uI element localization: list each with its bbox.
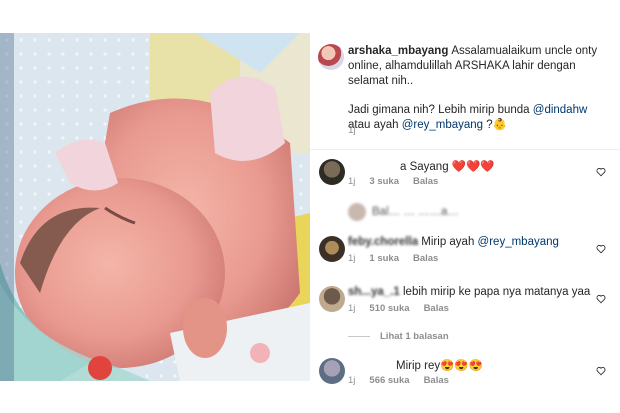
comment-meta: 1j 566 suka Balas — [348, 375, 449, 386]
mention-father[interactable]: @rey_mbayang — [478, 236, 559, 248]
likes-count[interactable]: 1 suka — [369, 253, 399, 264]
comment-item: Bal… … ……a… — [310, 203, 620, 227]
reply-button[interactable]: Balas — [424, 303, 449, 314]
post-caption: arshaka_mbayang Assalamualaikum uncle ont… — [348, 44, 610, 133]
commenter-username[interactable]: feby.chorella — [348, 236, 418, 248]
likes-count[interactable]: 510 suka — [369, 303, 409, 314]
author-avatar[interactable] — [318, 44, 344, 70]
commenter-avatar[interactable] — [319, 159, 345, 185]
reply-button[interactable]: Balas — [413, 176, 438, 187]
comment-item: sh...ya_.1 lebih mirip ke papa nya matan… — [310, 286, 620, 330]
comment-text: Mirip rey😍😍😍 — [396, 360, 484, 372]
reply-button[interactable]: Balas — [413, 253, 438, 264]
comment-text: Bal… … ……a… — [372, 206, 459, 218]
heart-outline-icon[interactable] — [596, 167, 606, 177]
heart-outline-icon[interactable] — [596, 294, 606, 304]
comment-item: Mirip rey😍😍😍 1j 566 suka Balas — [310, 358, 620, 402]
comment-item: a Sayang ❤️❤️❤️ 1j 3 suka Balas — [310, 159, 620, 203]
newborn-photo-illustration — [0, 33, 310, 381]
post-time: 1j — [348, 125, 356, 136]
comment-meta: 1j 510 suka Balas — [348, 303, 449, 314]
comment-text: sh...ya_.1 lebih mirip ke papa nya matan… — [348, 286, 591, 298]
commenter-username[interactable]: sh...ya_.1 — [348, 286, 400, 298]
comment-meta: 1j 1 suka Balas — [348, 253, 439, 264]
comment-text: feby.chorella Mirip ayah @rey_mbayang — [348, 236, 559, 248]
heart-outline-icon[interactable] — [596, 244, 606, 254]
commenter-avatar[interactable] — [319, 286, 345, 312]
comment-meta: 1j 3 suka Balas — [348, 176, 439, 187]
likes-count[interactable]: 3 suka — [369, 176, 399, 187]
view-replies-button[interactable]: Lihat 1 balasan — [348, 331, 449, 342]
author-username[interactable]: arshaka_mbayang — [348, 45, 448, 57]
mention-mother[interactable]: @dindahw — [533, 104, 588, 116]
caption-line2: Jadi gimana nih? Lebih mirip bunda @dind… — [348, 104, 588, 131]
comment-text: a Sayang ❤️❤️❤️ — [400, 161, 495, 173]
divider — [310, 149, 620, 150]
comments-panel: arshaka_mbayang Assalamualaikum uncle ont… — [310, 33, 620, 413]
reply-button[interactable]: Balas — [424, 375, 449, 386]
commenter-avatar[interactable] — [348, 203, 366, 221]
mention-father[interactable]: @rey_mbayang — [402, 119, 483, 131]
replies-dash — [348, 335, 370, 337]
heart-outline-icon[interactable] — [596, 366, 606, 376]
comment-item: feby.chorella Mirip ayah @rey_mbayang 1j… — [310, 236, 620, 280]
post-photo — [0, 33, 310, 381]
likes-count[interactable]: 566 suka — [369, 375, 409, 386]
commenter-avatar[interactable] — [319, 358, 345, 384]
commenter-avatar[interactable] — [319, 236, 345, 262]
